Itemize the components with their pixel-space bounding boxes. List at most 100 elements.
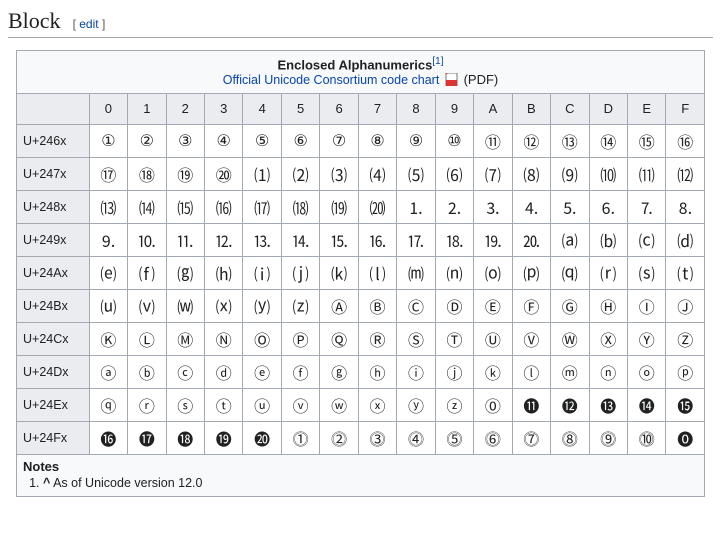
glyph-cell: Ⓢ bbox=[397, 322, 435, 355]
glyph-cell: ⒎ bbox=[627, 190, 665, 223]
glyph-cell: ⒫ bbox=[512, 256, 550, 289]
glyph-cell: ⑷ bbox=[358, 157, 396, 190]
glyph-cell: ⒊ bbox=[474, 190, 512, 223]
glyph-cell: ⒃ bbox=[205, 190, 243, 223]
glyph-cell: ⓸ bbox=[397, 421, 435, 454]
col-header: 0 bbox=[89, 93, 127, 124]
glyph-cell: ⒦ bbox=[320, 256, 358, 289]
glyph-cell: ⓪ bbox=[474, 388, 512, 421]
glyph-cell: Ⓔ bbox=[474, 289, 512, 322]
glyph-cell: ⒚ bbox=[474, 223, 512, 256]
glyph-cell: ⒨ bbox=[397, 256, 435, 289]
col-header: A bbox=[474, 93, 512, 124]
glyph-cell: Ⓘ bbox=[627, 289, 665, 322]
row-header: U+24Dx bbox=[17, 355, 90, 388]
glyph-cell: ⓒ bbox=[166, 355, 204, 388]
edit-bracket-close: ] bbox=[102, 17, 105, 31]
glyph-cell: ⑼ bbox=[551, 157, 589, 190]
glyph-cell: ⑦ bbox=[320, 124, 358, 157]
glyph-cell: ⓙ bbox=[435, 355, 473, 388]
glyph-cell: ⑺ bbox=[474, 157, 512, 190]
glyph-cell: ⓦ bbox=[320, 388, 358, 421]
footnote-ref[interactable]: [1] bbox=[432, 56, 443, 67]
glyph-cell: Ⓨ bbox=[627, 322, 665, 355]
glyph-cell: ⑿ bbox=[666, 157, 705, 190]
glyph-cell: ⒠ bbox=[89, 256, 127, 289]
edit-bracket-open: [ bbox=[73, 17, 76, 31]
glyph-cell: Ⓜ bbox=[166, 322, 204, 355]
glyph-cell: ⒓ bbox=[205, 223, 243, 256]
glyph-cell: ⓺ bbox=[474, 421, 512, 454]
glyph-cell: ⑵ bbox=[281, 157, 319, 190]
glyph-cell: ⓬ bbox=[551, 388, 589, 421]
glyph-cell: ⓭ bbox=[589, 388, 627, 421]
glyph-cell: ⓽ bbox=[589, 421, 627, 454]
glyph-cell: ⒝ bbox=[589, 223, 627, 256]
notes-title: Notes bbox=[23, 459, 698, 474]
glyph-cell: ⑭ bbox=[589, 124, 627, 157]
glyph-cell: ⒬ bbox=[551, 256, 589, 289]
glyph-cell: ⒉ bbox=[435, 190, 473, 223]
glyph-cell: ⑧ bbox=[358, 124, 396, 157]
glyph-cell: ⑸ bbox=[397, 157, 435, 190]
row-header: U+248x bbox=[17, 190, 90, 223]
glyph-cell: ⒛ bbox=[512, 223, 550, 256]
glyph-cell: Ⓓ bbox=[435, 289, 473, 322]
glyph-cell: ⓶ bbox=[320, 421, 358, 454]
glyph-cell: ⓚ bbox=[474, 355, 512, 388]
row-header: U+24Cx bbox=[17, 322, 90, 355]
glyph-cell: Ⓐ bbox=[320, 289, 358, 322]
col-header: 1 bbox=[128, 93, 166, 124]
glyph-cell: ⑯ bbox=[666, 124, 705, 157]
glyph-cell: ⑨ bbox=[397, 124, 435, 157]
glyph-cell: ⒯ bbox=[666, 256, 705, 289]
glyph-cell: Ⓧ bbox=[589, 322, 627, 355]
glyph-cell: ⑤ bbox=[243, 124, 281, 157]
glyph-cell: ⒢ bbox=[166, 256, 204, 289]
glyph-cell: ⒍ bbox=[589, 190, 627, 223]
pdf-icon bbox=[445, 73, 458, 89]
glyph-cell: ⓡ bbox=[128, 388, 166, 421]
col-header: 9 bbox=[435, 93, 473, 124]
row-header: U+247x bbox=[17, 157, 90, 190]
glyph-cell: ⓕ bbox=[281, 355, 319, 388]
glyph-cell: ⒱ bbox=[128, 289, 166, 322]
edit-link[interactable]: edit bbox=[79, 17, 98, 31]
glyph-cell: ⓜ bbox=[551, 355, 589, 388]
glyph-cell: ⒏ bbox=[666, 190, 705, 223]
glyph-cell: Ⓙ bbox=[666, 289, 705, 322]
glyph-cell: Ⓑ bbox=[358, 289, 396, 322]
chart-title: Enclosed Alphanumerics bbox=[278, 57, 433, 72]
glyph-cell: ⒂ bbox=[166, 190, 204, 223]
glyph-cell: ⒘ bbox=[397, 223, 435, 256]
glyph-cell: ⓩ bbox=[435, 388, 473, 421]
unicode-chart-link[interactable]: Official Unicode Consortium code chart bbox=[223, 73, 440, 87]
col-header: 4 bbox=[243, 93, 281, 124]
glyph-cell: ② bbox=[128, 124, 166, 157]
note-text: As of Unicode version 12.0 bbox=[50, 476, 202, 490]
glyph-cell: ⒌ bbox=[551, 190, 589, 223]
glyph-cell: ⓘ bbox=[397, 355, 435, 388]
glyph-cell: ⒳ bbox=[205, 289, 243, 322]
edit-section: [ edit ] bbox=[73, 17, 106, 31]
glyph-cell: Ⓕ bbox=[512, 289, 550, 322]
glyph-cell: ⒑ bbox=[128, 223, 166, 256]
corner-cell bbox=[17, 93, 90, 124]
glyph-cell: ⑴ bbox=[243, 157, 281, 190]
glyph-cell: ⒡ bbox=[128, 256, 166, 289]
glyph-cell: ⑹ bbox=[435, 157, 473, 190]
glyph-cell: ⒤ bbox=[243, 256, 281, 289]
glyph-cell: Ⓤ bbox=[474, 322, 512, 355]
glyph-cell: ⒗ bbox=[358, 223, 396, 256]
glyph-cell: ⓼ bbox=[551, 421, 589, 454]
glyph-cell: ⓹ bbox=[435, 421, 473, 454]
glyph-cell: ⑽ bbox=[589, 157, 627, 190]
glyph-cell: ⒥ bbox=[281, 256, 319, 289]
glyph-cell: ⓑ bbox=[128, 355, 166, 388]
glyph-cell: Ⓟ bbox=[281, 322, 319, 355]
glyph-cell: Ⓩ bbox=[666, 322, 705, 355]
glyph-cell: ⒮ bbox=[627, 256, 665, 289]
glyph-cell: ④ bbox=[205, 124, 243, 157]
glyph-cell: ⒵ bbox=[281, 289, 319, 322]
section-title: Block bbox=[8, 8, 61, 34]
